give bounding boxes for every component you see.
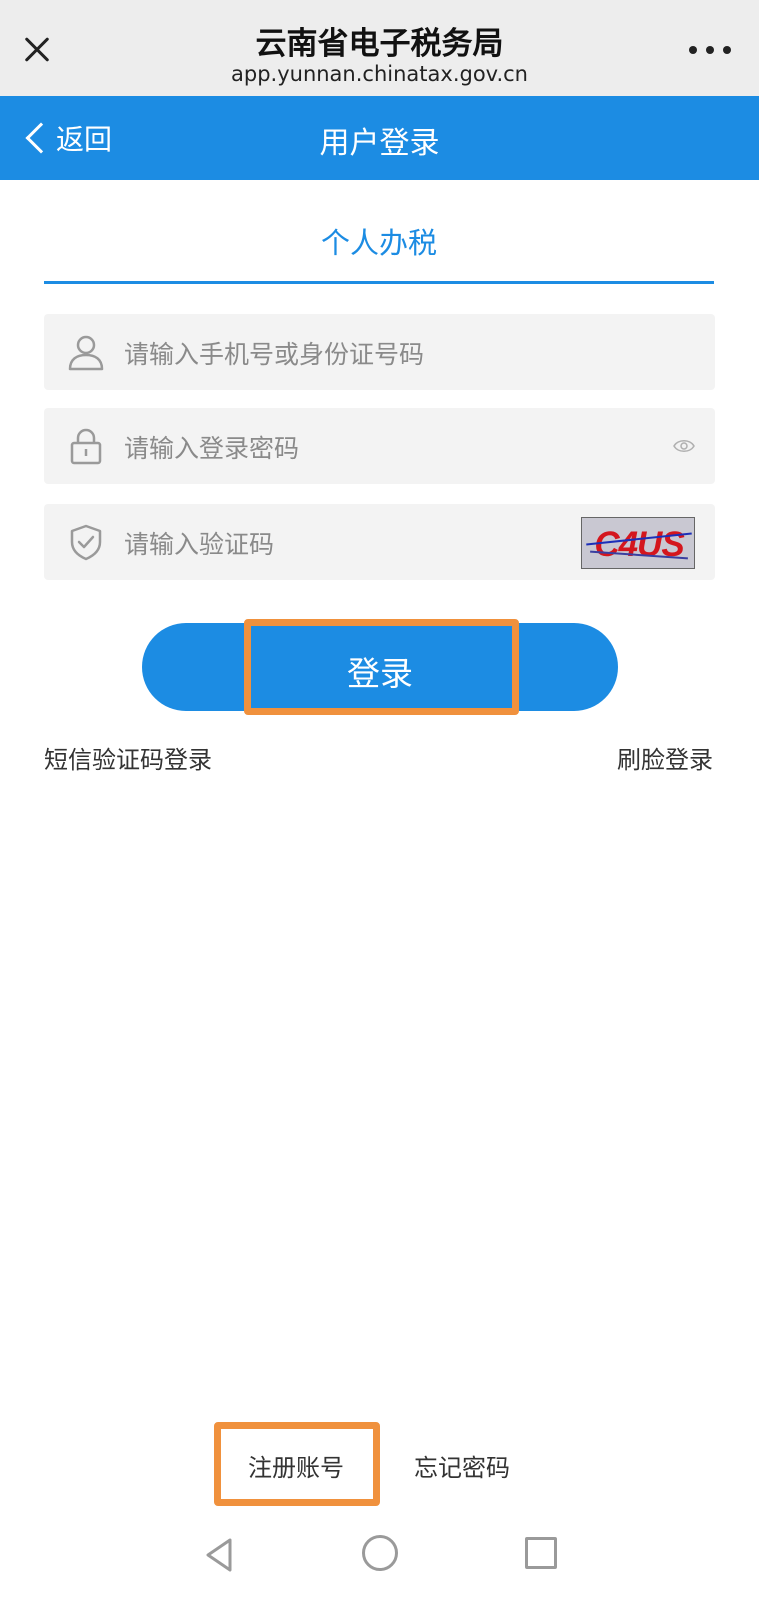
account-input[interactable]: 请输入手机号或身份证号码 bbox=[44, 314, 715, 390]
nav-back-icon[interactable] bbox=[200, 1535, 240, 1575]
login-button[interactable]: 登录 bbox=[142, 623, 618, 711]
browser-url: app.yunnan.chinatax.gov.cn bbox=[231, 62, 528, 86]
shield-check-icon bbox=[70, 524, 102, 561]
page-title: 用户登录 bbox=[319, 126, 440, 161]
tab-label: 个人办税 bbox=[320, 226, 437, 260]
captcha-text: C4US bbox=[594, 525, 684, 564]
browser-bar: 云南省电子税务局 app.yunnan.chinatax.gov.cn bbox=[0, 0, 759, 96]
forgot-password-link[interactable]: 忘记密码 bbox=[414, 1448, 510, 1483]
tab-underline bbox=[44, 281, 714, 284]
login-label: 登录 bbox=[347, 654, 413, 693]
more-icon[interactable] bbox=[689, 40, 731, 60]
face-login-link[interactable]: 刷脸登录 bbox=[617, 740, 713, 775]
nav-home-icon[interactable] bbox=[362, 1535, 398, 1571]
captcha-placeholder: 请输入验证码 bbox=[124, 530, 275, 559]
tab-personal-tax[interactable]: 个人办税 bbox=[44, 220, 714, 284]
captcha-input[interactable]: 请输入验证码 C4US bbox=[44, 504, 715, 580]
captcha-image[interactable]: C4US bbox=[581, 517, 695, 569]
lock-icon bbox=[70, 428, 102, 465]
password-input[interactable]: 请输入登录密码 bbox=[44, 408, 715, 484]
account-placeholder: 请输入手机号或身份证号码 bbox=[124, 340, 425, 369]
password-placeholder: 请输入登录密码 bbox=[124, 434, 300, 463]
nav-recent-apps-icon[interactable] bbox=[525, 1537, 557, 1569]
sms-login-link[interactable]: 短信验证码登录 bbox=[44, 740, 212, 775]
browser-title: 云南省电子税务局 bbox=[255, 26, 504, 62]
user-icon bbox=[68, 335, 104, 371]
eye-icon[interactable] bbox=[673, 436, 695, 456]
app-header: 返回 用户登录 bbox=[0, 96, 759, 180]
system-nav-bar bbox=[0, 1525, 759, 1600]
register-link[interactable]: 注册账号 bbox=[248, 1448, 344, 1483]
